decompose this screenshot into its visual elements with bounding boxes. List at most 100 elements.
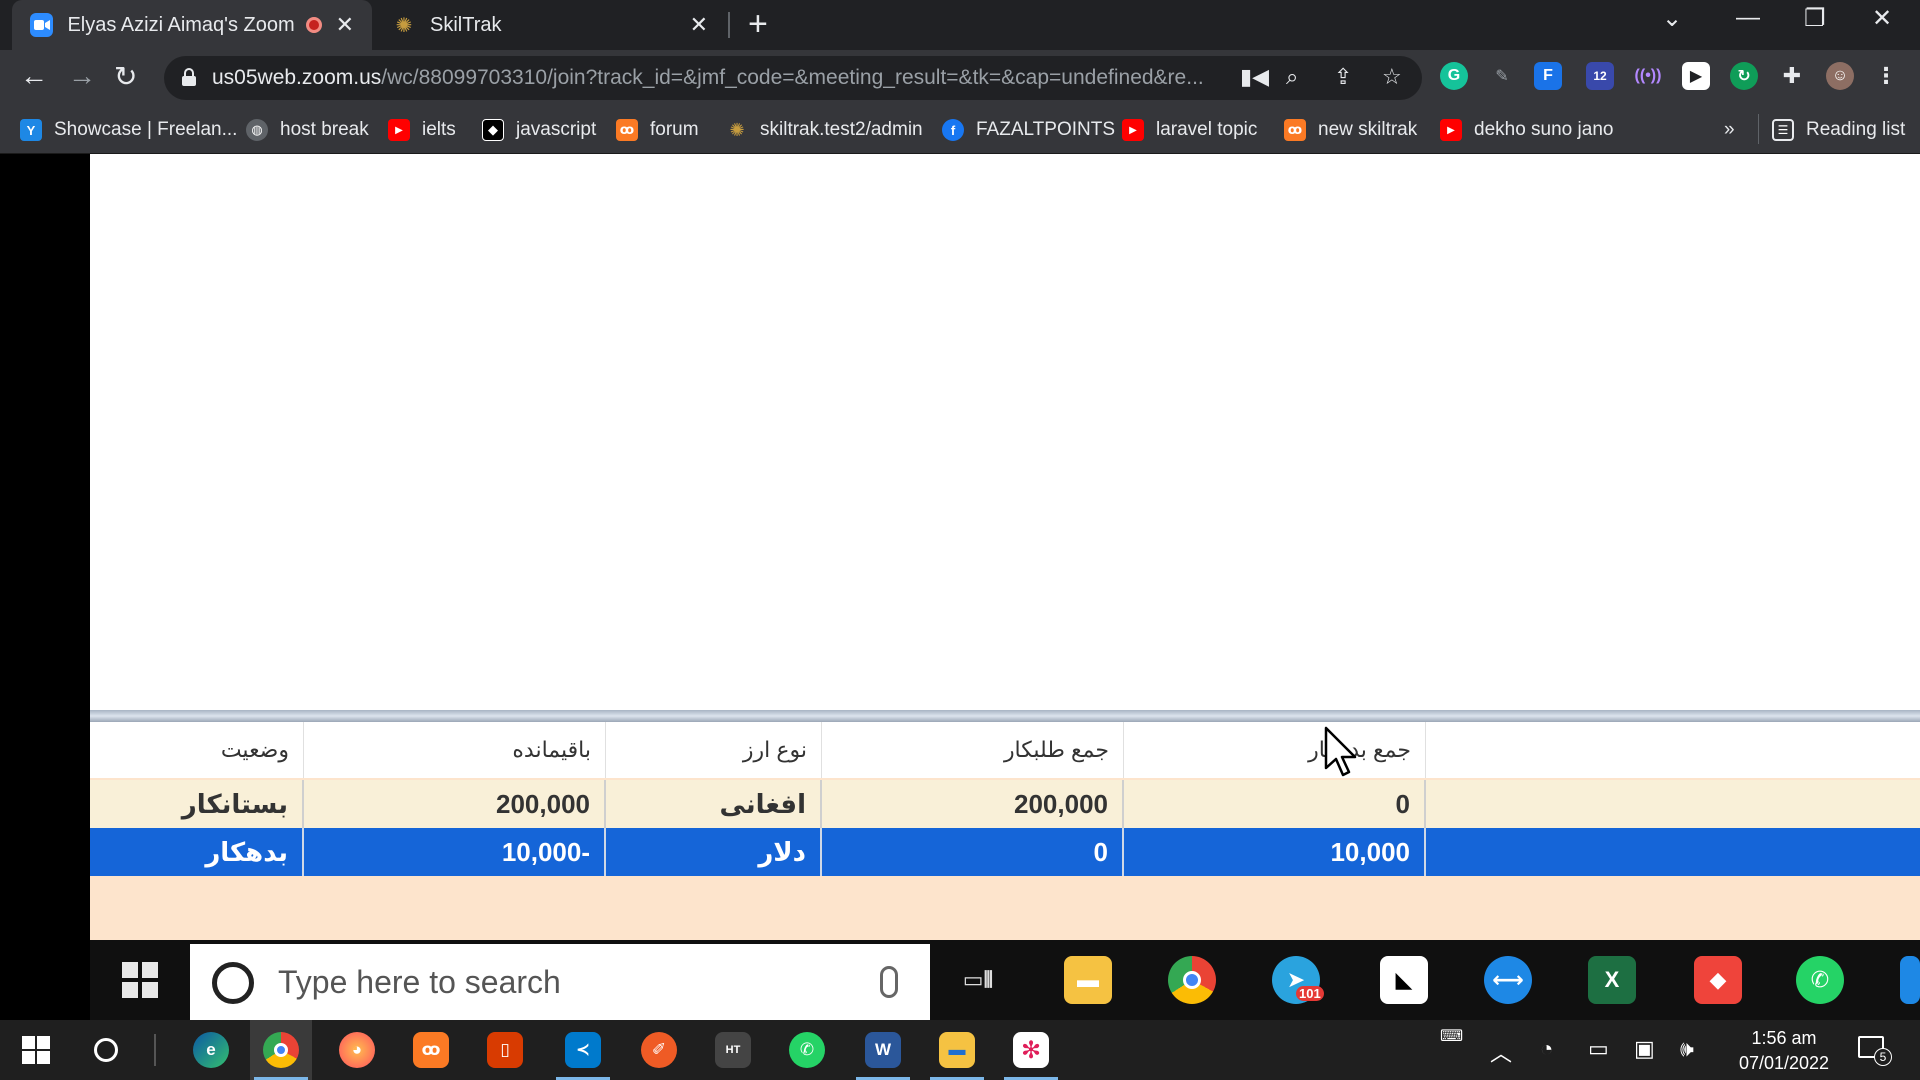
system-clock[interactable]: 1:56 am 07/01/2022 (1724, 1026, 1844, 1076)
overflow-app-icon[interactable] (1900, 956, 1920, 1004)
lock-icon[interactable] (182, 68, 196, 86)
cell-currency[interactable]: دلار (606, 828, 822, 876)
keyboard-icon[interactable]: ⌨ (1440, 1026, 1463, 1046)
teamviewer-icon[interactable]: ⟷ (1484, 956, 1532, 1004)
tab-zoom-meeting[interactable]: Elyas Azizi Aimaq's Zoom Me ✕ (12, 0, 372, 50)
whatsapp-icon[interactable]: ✆ (1796, 956, 1844, 1004)
bookmark-skiltrak-admin[interactable]: ✺ skiltrak.test2/admin (726, 114, 922, 146)
bookmark-fazaltpoints[interactable]: f FAZALTPOINTS (942, 114, 1115, 146)
forward-button[interactable]: → (68, 60, 96, 92)
url-text[interactable]: us05web.zoom.us/wc/88099703310/join?trac… (212, 66, 1204, 90)
chrome-menu-icon[interactable]: ⋮ (1872, 62, 1900, 90)
close-tab-icon[interactable]: ✕ (336, 12, 354, 38)
bookmark-forum[interactable]: ꝏ forum (616, 114, 699, 146)
camera-blocked-icon[interactable]: ▮◀ (1240, 64, 1269, 90)
cell-balance[interactable]: 200,000 (304, 780, 606, 828)
more-bookmarks-button[interactable]: » (1724, 114, 1735, 146)
video-extension-icon[interactable]: ▶ (1682, 62, 1710, 90)
header-total-debit[interactable]: جمع بدهکار (1124, 722, 1426, 778)
cell-total-credit[interactable]: 200,000 (822, 780, 1124, 828)
zoom-magnifier-icon[interactable]: ⌕ (1286, 64, 1298, 90)
wifi-icon[interactable]: ◔ (1540, 1036, 1553, 1062)
slack-app[interactable]: ✻ (1000, 1020, 1062, 1080)
bookmark-javascript[interactable]: ◆ javascript (482, 114, 596, 146)
firefox-app[interactable]: ◕ (326, 1020, 388, 1080)
new-tab-button[interactable]: + (748, 6, 768, 42)
microphone-icon[interactable] (880, 966, 898, 998)
extensions-puzzle-icon[interactable]: ✚ (1778, 62, 1806, 90)
chrome-app[interactable] (250, 1020, 312, 1080)
word-app[interactable]: W (852, 1020, 914, 1080)
vscode-app[interactable]: ≺ (552, 1020, 614, 1080)
show-hidden-icons-icon[interactable]: ︿ (1490, 1036, 1512, 1068)
reload-button[interactable]: ↻ (114, 60, 137, 93)
file-explorer-icon[interactable]: ▬ (1064, 956, 1112, 1004)
cortana-icon[interactable] (94, 1038, 118, 1062)
bookmark-ielts[interactable]: ▶ ielts (388, 114, 456, 146)
bookmark-star-icon[interactable]: ☆ (1382, 64, 1402, 90)
bookmark-laravel-topic[interactable]: ▶ laravel topic (1122, 114, 1257, 146)
file-explorer-icon: ▬ (939, 1032, 975, 1068)
cell-status[interactable]: بستانکار (92, 780, 304, 828)
table-row[interactable]: بستانکار 200,000 افغانی 200,000 0 (90, 780, 1920, 828)
postman-app[interactable]: ✐ (628, 1020, 690, 1080)
cell-currency[interactable]: افغانی (606, 780, 822, 828)
start-button[interactable] (22, 1036, 50, 1064)
zoom-icon (30, 13, 54, 37)
xampp-icon: ꝏ (616, 119, 638, 141)
back-button[interactable]: ← (20, 60, 48, 92)
cell-balance[interactable]: 10,000- (304, 828, 606, 876)
grammarly-icon[interactable]: G (1440, 62, 1468, 90)
shared-search-box[interactable]: Type here to search (190, 944, 930, 1020)
tab-skiltrak[interactable]: ✺ SkilTrak ✕ (378, 0, 726, 50)
bookmark-showcase[interactable]: Y Showcase | Freelan... (20, 114, 237, 146)
task-view-icon[interactable]: ▭⦀ (954, 956, 1002, 1004)
font-extension-icon[interactable]: F (1534, 62, 1562, 90)
header-balance[interactable]: باقیمانده (304, 722, 606, 778)
bookmark-new-skiltrak[interactable]: ꝏ new skiltrak (1284, 114, 1417, 146)
tab-search-icon[interactable]: ⌄ (1662, 4, 1682, 33)
pen-extension-icon[interactable]: ✎ (1488, 62, 1516, 90)
bookmark-dekho-suno-jano[interactable]: ▶ dekho suno jano (1440, 114, 1613, 146)
header-currency[interactable]: نوع ارز (606, 722, 822, 778)
cell-total-credit[interactable]: 0 (822, 828, 1124, 876)
volume-icon[interactable]: 🕪 (1680, 1036, 1694, 1062)
header-total-credit[interactable]: جمع طلبکار (822, 722, 1124, 778)
refresh-extension-icon[interactable]: ↻ (1730, 62, 1758, 90)
header-status[interactable]: وضعیت (92, 722, 304, 778)
xampp-app[interactable]: ꝏ (400, 1020, 462, 1080)
address-bar[interactable]: us05web.zoom.us/wc/88099703310/join?trac… (164, 56, 1422, 100)
close-window-button[interactable]: ✕ (1872, 4, 1892, 33)
cell-status[interactable]: بدهکار (92, 828, 304, 876)
share-icon[interactable]: ⇪ (1334, 64, 1352, 90)
windows-taskbar: e ◕ ꝏ ▯ ≺ ✐ HT ✆ W ▬ ✻ ⌨ ︿ ◔ ▭ ▣ 🕪 1:56 … (0, 1020, 1920, 1080)
wave-extension-icon[interactable]: ((•)) (1634, 62, 1662, 90)
telegram-icon[interactable]: ➤ 101 (1272, 956, 1324, 1004)
sticky-notes-icon[interactable]: ◣ (1380, 956, 1428, 1004)
chrome-icon[interactable] (1168, 956, 1216, 1004)
reading-list-button[interactable]: ☰ Reading list (1772, 114, 1905, 146)
meet-now-icon[interactable]: ▣ (1634, 1036, 1655, 1062)
cell-total-debit[interactable]: 10,000 (1124, 828, 1426, 876)
cell-total-debit[interactable]: 0 (1124, 780, 1426, 828)
whatsapp-app[interactable]: ✆ (776, 1020, 838, 1080)
action-center-icon[interactable]: 5 (1856, 1034, 1892, 1066)
anydesk-icon[interactable]: ◆ (1694, 956, 1742, 1004)
minimize-button[interactable]: — (1736, 4, 1760, 32)
chrome-icon (263, 1032, 299, 1068)
table-row-selected[interactable]: بدهکار 10,000- دلار 0 10,000 (90, 828, 1920, 876)
extension-badge-icon[interactable]: 12 (1586, 62, 1614, 90)
excel-icon[interactable]: X (1588, 956, 1636, 1004)
edge-app[interactable]: e (180, 1020, 242, 1080)
close-tab-icon[interactable]: ✕ (690, 12, 708, 38)
facebook-icon: f (942, 119, 964, 141)
file-explorer-app[interactable]: ▬ (926, 1020, 988, 1080)
httrack-app[interactable]: HT (702, 1020, 764, 1080)
bookmark-host-break[interactable]: ◍ host break (246, 114, 369, 146)
office-app[interactable]: ▯ (474, 1020, 536, 1080)
battery-icon[interactable]: ▭ (1588, 1036, 1609, 1062)
restore-button[interactable]: ❐ (1804, 4, 1826, 33)
tab-strip: Elyas Azizi Aimaq's Zoom Me ✕ ✺ SkilTrak… (0, 0, 1920, 50)
shared-start-icon[interactable] (122, 962, 158, 998)
profile-avatar[interactable]: ☺ (1826, 62, 1854, 90)
